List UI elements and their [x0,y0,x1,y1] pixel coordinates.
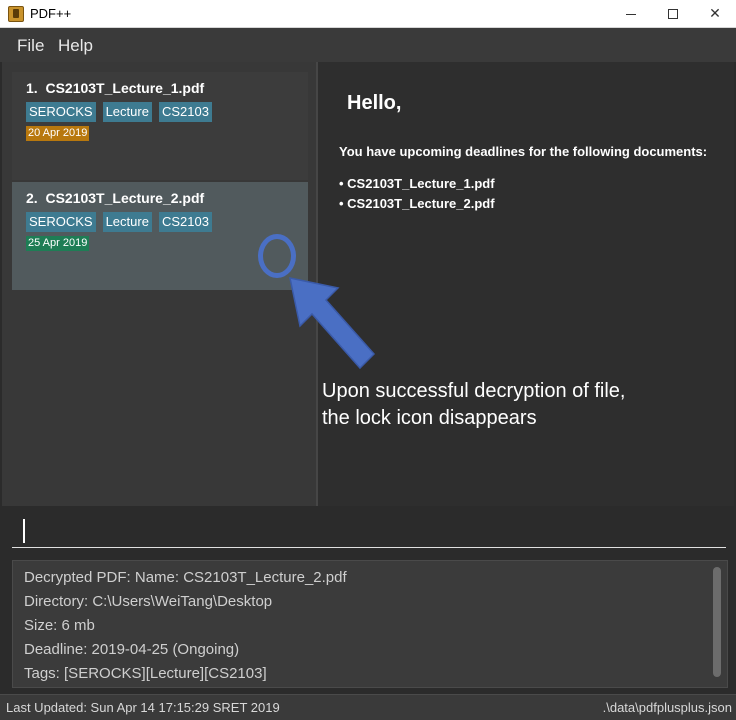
tag: Lecture [102,102,152,122]
deadline-intro: You have upcoming deadlines for the foll… [339,144,708,159]
list-item: • CS2103T_Lecture_1.pdf [339,176,495,191]
result-scrollbar[interactable] [713,567,721,681]
status-bar: Last Updated: Sun Apr 14 17:15:29 SRET 2… [0,694,736,720]
result-line: Deadline: 2019-04-25 (Ongoing) [24,641,240,658]
minimize-button[interactable] [608,0,654,28]
menu-file[interactable]: File [17,36,44,56]
tag: CS2103 [158,102,212,122]
document-index: 2. [26,190,38,206]
tag: CS2103 [158,212,212,232]
highlight-circle-icon [258,234,296,278]
document-title: 1. CS2103T_Lecture_1.pdf [26,80,204,96]
document-list-panel: 1. CS2103T_Lecture_1.pdf SEROCKS Lecture… [2,62,316,506]
deadline-list: • CS2103T_Lecture_1.pdf • CS2103T_Lectur… [339,174,495,214]
annotation-text: Upon successful decryption of file, the … [322,378,722,432]
close-button[interactable]: ✕ [692,0,736,28]
tag: Lecture [102,212,152,232]
save-location: .\data\pdfplusplus.json [602,700,732,715]
deadline-badge: 20 Apr 2019 [26,126,90,141]
close-icon: ✕ [709,6,721,22]
document-name: CS2103T_Lecture_1.pdf [45,80,205,96]
result-line: Tags: [SEROCKS][Lecture][CS2103] [24,665,267,682]
window-title: PDF++ [30,6,72,21]
document-card-1[interactable]: 1. CS2103T_Lecture_1.pdf SEROCKS Lecture… [12,72,308,180]
result-display: Decrypted PDF: Name: CS2103T_Lecture_2.p… [12,560,728,688]
document-title: 2. CS2103T_Lecture_2.pdf [26,190,204,206]
greeting: Hello, [347,92,402,114]
list-item-text: CS2103T_Lecture_2.pdf [347,196,495,211]
scrollbar-thumb[interactable] [713,567,721,677]
deadline-badge: 25 Apr 2019 [26,236,90,251]
maximize-button[interactable] [650,0,696,28]
document-index: 1. [26,80,38,96]
tag: SEROCKS [26,212,96,232]
document-card-2-selected[interactable]: 2. CS2103T_Lecture_2.pdf SEROCKS Lecture… [12,182,308,290]
title-bar: PDF++ ✕ [0,0,736,28]
tag-list: SEROCKS Lecture CS2103 [26,212,212,232]
list-item-text: CS2103T_Lecture_1.pdf [347,176,495,191]
minimize-icon [626,13,636,15]
result-line: Directory: C:\Users\WeiTang\Desktop [24,593,273,610]
browser-panel: Hello, You have upcoming deadlines for t… [318,62,734,506]
tag: SEROCKS [26,102,96,122]
result-line: Size: 6 mb [24,617,95,634]
menu-bar: File Help [0,28,736,62]
annotation-line: the lock icon disappears [322,407,537,429]
document-name: CS2103T_Lecture_2.pdf [45,190,205,206]
menu-help[interactable]: Help [58,36,93,56]
command-box [0,506,736,556]
maximize-icon [668,9,678,19]
pdf-app-icon [8,6,24,22]
annotation-line: Upon successful decryption of file, [322,380,626,402]
tag-list: SEROCKS Lecture CS2103 [26,102,212,122]
command-input[interactable] [12,514,726,548]
text-caret [23,519,25,543]
annotation-arrow-icon [289,277,376,370]
result-line: Decrypted PDF: Name: CS2103T_Lecture_2.p… [24,569,347,586]
list-item: • CS2103T_Lecture_2.pdf [339,196,495,211]
last-updated: Last Updated: Sun Apr 14 17:15:29 SRET 2… [6,700,280,715]
